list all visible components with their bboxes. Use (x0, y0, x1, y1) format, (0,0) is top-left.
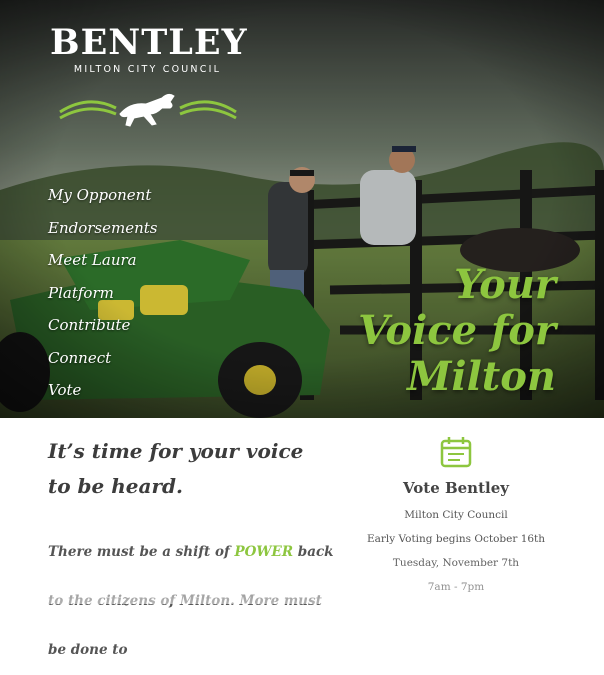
intro-line: It’s time for your voice (48, 439, 304, 463)
hero-section: BENTLEY MILTON CITY COUNCIL My Opponent … (0, 0, 604, 418)
vote-info-panel: Vote Bentley Milton City Council Early V… (356, 436, 556, 599)
nav-item-meet-laura[interactable]: Meet Laura (48, 249, 157, 282)
intro-line: to be heard. (48, 474, 183, 498)
horse-icon (59, 93, 237, 127)
campaign-logo[interactable]: BENTLEY MILTON CITY COUNCIL (50, 22, 248, 127)
nav-item-contribute[interactable]: Contribute (48, 314, 157, 347)
main-nav: My Opponent Endorsements Meet Laura Plat… (48, 184, 157, 412)
headline-line: Voice for (358, 307, 556, 354)
headline-line: Milton (407, 353, 556, 400)
logo-title: BENTLEY (50, 22, 248, 63)
body-text-after: back to the citizens of Milton. More mus… (48, 544, 334, 658)
vote-line-early-voting: Early Voting begins October 16th (366, 533, 546, 545)
body-paragraph: There must be a shift of POWER back to t… (48, 528, 338, 675)
nav-item-my-opponent[interactable]: My Opponent (48, 184, 157, 217)
calendar-icon (440, 437, 472, 468)
logo-subtitle: MILTON CITY COUNCIL (73, 64, 222, 75)
vote-line-hours: 7am - 7pm (427, 581, 485, 593)
vote-title: Vote Bentley (403, 479, 509, 497)
nav-item-connect[interactable]: Connect (48, 347, 157, 380)
vote-line-office: Milton City Council (404, 509, 508, 521)
headline-line: Your (454, 261, 556, 308)
nav-item-vote[interactable]: Vote (48, 379, 157, 412)
hero-headline: Your Voice for Milton (358, 262, 556, 400)
body-text-before: There must be a shift of (48, 544, 235, 560)
intro-heading: It’s time for your voice to be heard. (48, 434, 348, 504)
vote-line-election-day: Tuesday, November 7th (392, 557, 520, 569)
power-highlight: POWER (234, 544, 294, 560)
nav-item-endorsements[interactable]: Endorsements (48, 217, 157, 250)
nav-item-platform[interactable]: Platform (48, 282, 157, 315)
